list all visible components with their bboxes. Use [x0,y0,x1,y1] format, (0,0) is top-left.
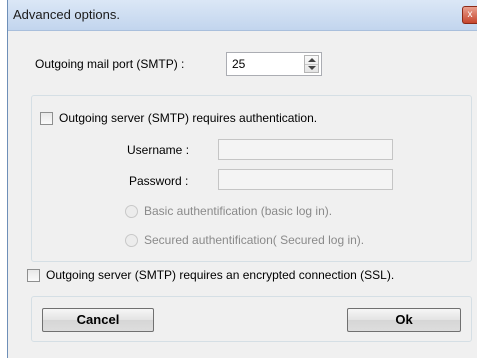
title-bar[interactable]: Advanced options. x [8,0,477,31]
password-field[interactable] [218,169,393,190]
spin-up-arrow-icon[interactable] [308,58,316,62]
ssl-checkbox-label[interactable]: Outgoing server (SMTP) requires an encry… [46,268,394,282]
spin-divider [305,64,318,65]
username-field[interactable] [218,139,393,160]
secured-auth-radio[interactable] [125,234,138,247]
dialog-title: Advanced options. [13,7,120,22]
button-panel: Cancel Ok [31,296,472,342]
authentication-group: Outgoing server (SMTP) requires authenti… [31,95,472,262]
ok-button[interactable]: Ok [347,308,461,332]
username-label: Username : [127,143,190,157]
basic-auth-radio[interactable] [125,205,138,218]
port-value[interactable]: 25 [232,57,245,71]
secured-auth-label[interactable]: Secured authentification( Secured log in… [144,233,364,247]
advanced-options-dialog: Advanced options. x Outgoing mail port (… [7,0,477,358]
port-spin-buttons[interactable] [304,55,319,73]
port-stepper[interactable]: 25 [226,52,322,76]
ssl-checkbox[interactable] [27,269,40,282]
spin-down-arrow-icon[interactable] [308,66,316,70]
cancel-button[interactable]: Cancel [42,308,154,332]
basic-auth-label[interactable]: Basic authentification (basic log in). [144,204,332,218]
password-label: Password : [129,174,189,188]
port-label: Outgoing mail port (SMTP) : [35,57,185,71]
close-icon: x [467,9,473,20]
auth-checkbox[interactable] [40,112,53,125]
close-button[interactable]: x [462,6,477,24]
auth-checkbox-label[interactable]: Outgoing server (SMTP) requires authenti… [59,111,317,125]
